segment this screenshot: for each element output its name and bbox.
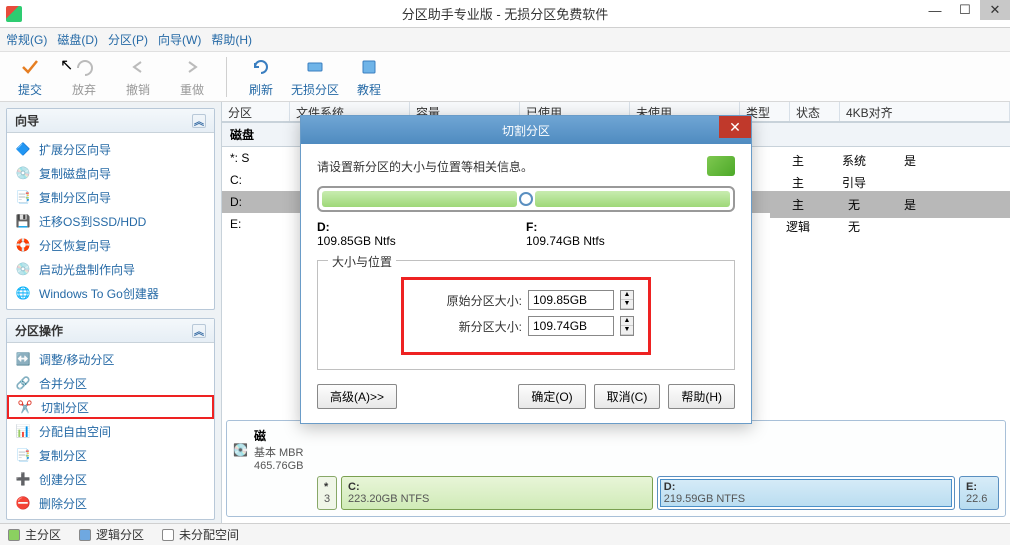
dialog-hint: 请设置新分区的大小与位置等相关信息。 <box>317 158 533 175</box>
sidebar-item-copypart[interactable]: 📑复制分区向导 <box>7 185 214 209</box>
footer: 主分区 逻辑分区 未分配空间 <box>0 523 1010 545</box>
resize-button[interactable]: 无损分区 <box>291 54 339 100</box>
menu-partition[interactable]: 分区(P) <box>108 31 148 48</box>
partition-bar-star[interactable]: * 3 <box>317 476 337 510</box>
cd-icon: 💿 <box>15 261 31 277</box>
legend-primary: 主分区 <box>8 526 61 543</box>
col-status[interactable]: 状态 <box>790 102 840 121</box>
sidebar-item-resize[interactable]: ↔️调整/移动分区 <box>7 347 214 371</box>
partition-graphic: 💽 磁 基本 MBR 465.76GB * 3 C: 223.20GB NTFS <box>226 420 1006 517</box>
titlebar: 分区助手专业版 - 无损分区免费软件 — ☐ ✕ <box>0 0 1010 28</box>
new-size-input[interactable]: 109.74GB <box>528 316 614 336</box>
legend-logical: 逻辑分区 <box>79 526 144 543</box>
wizard-icon: 🔷 <box>15 141 31 157</box>
dialog-title: 切割分区 ✕ <box>301 116 751 144</box>
slider-handle[interactable] <box>519 192 533 206</box>
chevron-up-icon: ︽ <box>192 324 206 338</box>
slider-right-size: 109.74GB Ntfs <box>526 234 605 248</box>
check-icon <box>18 55 42 79</box>
menu-disk[interactable]: 磁盘(D) <box>57 31 98 48</box>
disk-icon: 💿 <box>15 165 31 181</box>
undo-arc-icon <box>72 55 96 79</box>
globe-icon: 🌐 <box>15 285 31 301</box>
orig-size-spinner[interactable]: ▲▼ <box>620 290 634 310</box>
sidebar-item-allocate[interactable]: 📊分配自由空间 <box>7 419 214 443</box>
slider-left-label: D: <box>317 220 526 234</box>
sidebar-item-extend[interactable]: 🔷扩展分区向导 <box>7 137 214 161</box>
sidebar-item-create[interactable]: ➕创建分区 <box>7 467 214 491</box>
allocate-icon: 📊 <box>15 423 31 439</box>
chevron-up-icon: ︽ <box>192 114 206 128</box>
split-icon: ✂️ <box>17 399 33 415</box>
col-align[interactable]: 4KB对齐 <box>840 102 1010 121</box>
merge-icon: 🔗 <box>15 375 31 391</box>
redo-icon <box>180 55 204 79</box>
sidebar-item-split[interactable]: ✂️切割分区 <box>7 395 214 419</box>
split-dialog: 切割分区 ✕ 请设置新分区的大小与位置等相关信息。 D: 109.85GB Nt… <box>300 115 752 424</box>
new-size-label: 新分区大小: <box>459 318 522 335</box>
sidebar-item-copy[interactable]: 📑复制分区 <box>7 443 214 467</box>
wizard-panel-head[interactable]: 向导 ︽ <box>7 109 214 133</box>
sidebar-item-migrate[interactable]: 💾迁移OS到SSD/HDD <box>7 209 214 233</box>
copy-icon: 📑 <box>15 447 31 463</box>
undo-button[interactable]: 撤销 <box>114 54 162 100</box>
refresh-icon <box>249 55 273 79</box>
col-partition[interactable]: 分区 <box>222 102 290 121</box>
partition-bar-e[interactable]: E: 22.6 <box>959 476 999 510</box>
recover-icon: 🛟 <box>15 237 31 253</box>
ops-panel: 分区操作 ︽ ↔️调整/移动分区 🔗合并分区 ✂️切割分区 📊分配自由空间 📑复… <box>6 318 215 520</box>
disk-icon: 💽 <box>233 443 248 457</box>
split-slider[interactable] <box>317 186 735 212</box>
ok-button[interactable]: 确定(O) <box>518 384 585 409</box>
cancel-button[interactable]: 取消(C) <box>594 384 661 409</box>
create-icon: ➕ <box>15 471 31 487</box>
menu-general[interactable]: 常规(G) <box>6 31 47 48</box>
sidebar: 向导 ︽ 🔷扩展分区向导 💿复制磁盘向导 📑复制分区向导 💾迁移OS到SSD/H… <box>0 102 222 523</box>
slider-right-label: F: <box>526 220 735 234</box>
help-button[interactable]: 帮助(H) <box>668 384 735 409</box>
copy-icon: 📑 <box>15 189 31 205</box>
sidebar-item-merge[interactable]: 🔗合并分区 <box>7 371 214 395</box>
sidebar-item-delete[interactable]: ⛔删除分区 <box>7 491 214 515</box>
undo-icon <box>126 55 150 79</box>
partition-bar-d[interactable]: D: 219.59GB NTFS <box>657 476 955 510</box>
orig-size-input[interactable]: 109.85GB <box>528 290 614 310</box>
sidebar-item-copydisk[interactable]: 💿复制磁盘向导 <box>7 161 214 185</box>
slider-left-size: 109.85GB Ntfs <box>317 234 396 248</box>
redo-button[interactable]: 重做 <box>168 54 216 100</box>
resize-icon: ↔️ <box>15 351 31 367</box>
app-icon <box>6 6 22 22</box>
ops-panel-head[interactable]: 分区操作 ︽ <box>7 319 214 343</box>
sidebar-item-bootcd[interactable]: 💿启动光盘制作向导 <box>7 257 214 281</box>
wizard-panel: 向导 ︽ 🔷扩展分区向导 💿复制磁盘向导 📑复制分区向导 💾迁移OS到SSD/H… <box>6 108 215 310</box>
tutorial-button[interactable]: 教程 <box>345 54 393 100</box>
menu-help[interactable]: 帮助(H) <box>211 31 252 48</box>
delete-icon: ⛔ <box>15 495 31 511</box>
sidebar-item-recover[interactable]: 🛟分区恢复向导 <box>7 233 214 257</box>
sidebar-item-wtg[interactable]: 🌐Windows To Go创建器 <box>7 281 214 305</box>
highlight-box: 原始分区大小: 109.85GB ▲▼ 新分区大小: 109.74GB ▲▼ <box>401 277 651 355</box>
discard-button[interactable]: 放弃 <box>60 54 108 100</box>
dialog-close-button[interactable]: ✕ <box>719 116 751 138</box>
orig-size-label: 原始分区大小: <box>447 292 522 309</box>
partition-bar-c[interactable]: C: 223.20GB NTFS <box>341 476 653 510</box>
size-position-group: 大小与位置 原始分区大小: 109.85GB ▲▼ 新分区大小: 109.74G… <box>317 260 735 370</box>
close-button[interactable]: ✕ <box>980 0 1010 20</box>
legend-unalloc: 未分配空间 <box>162 526 239 543</box>
window-title: 分区助手专业版 - 无损分区免费软件 <box>402 4 609 23</box>
menu-wizard[interactable]: 向导(W) <box>158 31 201 48</box>
maximize-button[interactable]: ☐ <box>950 0 980 20</box>
menubar: 常规(G) 磁盘(D) 分区(P) 向导(W) 帮助(H) <box>0 28 1010 52</box>
toolbar: 提交 放弃 撤销 重做 刷新 无损分区 教程 <box>0 52 1010 102</box>
new-size-spinner[interactable]: ▲▼ <box>620 316 634 336</box>
partition-icon <box>707 156 735 176</box>
resize-icon <box>303 55 327 79</box>
ssd-icon: 💾 <box>15 213 31 229</box>
advanced-button[interactable]: 高级(A)>> <box>317 384 397 409</box>
book-icon <box>357 55 381 79</box>
refresh-button[interactable]: 刷新 <box>237 54 285 100</box>
minimize-button[interactable]: — <box>920 0 950 20</box>
commit-button[interactable]: 提交 <box>6 54 54 100</box>
